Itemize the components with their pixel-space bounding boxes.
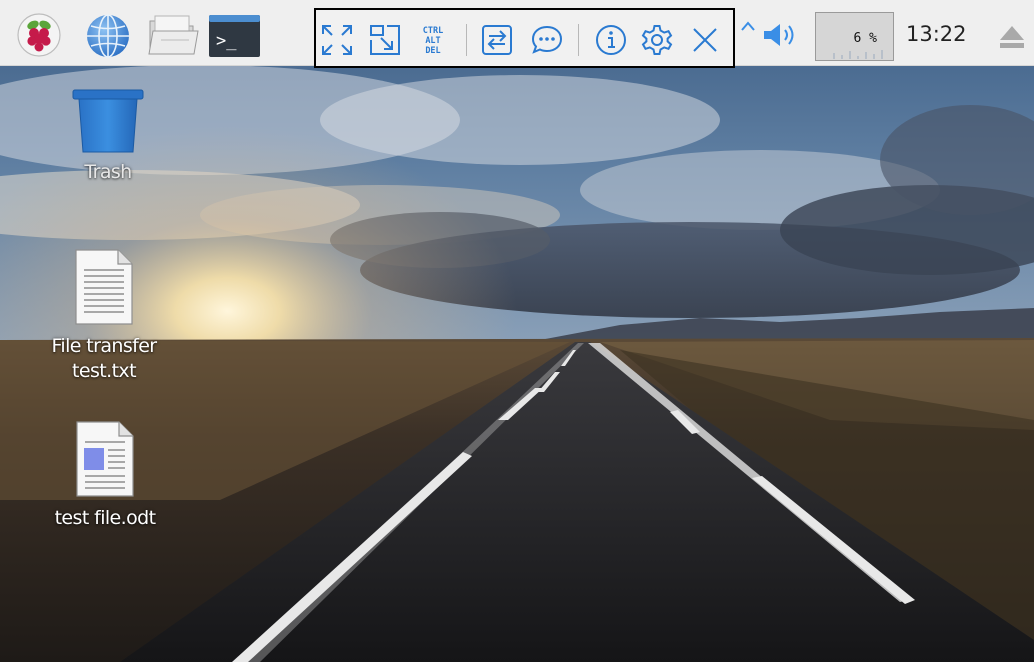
fullscreen-button[interactable] <box>320 23 354 57</box>
chat-icon <box>531 25 563 54</box>
file-transfer-icon <box>482 25 512 55</box>
desktop-icon-label-line: test.txt <box>72 360 136 382</box>
document-icon <box>76 421 134 497</box>
ctrl-alt-del-button[interactable]: CTRL ALT DEL <box>416 23 450 57</box>
chat-button[interactable] <box>530 23 564 57</box>
network-arrows-icon <box>741 21 755 31</box>
file-transfer-button[interactable] <box>480 23 514 57</box>
text-file-icon <box>75 249 133 325</box>
web-browser-button[interactable] <box>84 12 132 60</box>
cpu-usage-text: 6 % <box>853 31 877 46</box>
trash-icon <box>72 89 144 153</box>
terminal-button[interactable]: >_ <box>208 13 261 59</box>
raspberry-menu-button[interactable] <box>16 12 62 58</box>
close-button[interactable] <box>688 23 722 57</box>
desktop-icon-label: File transfer test.txt <box>51 334 157 384</box>
vnc-viewer-toolbar: CTRL ALT DEL <box>314 8 735 68</box>
eject-icon <box>1000 26 1024 48</box>
terminal-icon: >_ <box>209 15 260 57</box>
desktop-icon-label: Trash <box>84 161 132 183</box>
svg-text:ALT: ALT <box>425 36 440 46</box>
web-browser-icon <box>87 14 129 58</box>
clock[interactable]: 13:22 <box>906 22 972 50</box>
taskbar-panel: >_ CTRL ALT DEL 6 % 13:22 <box>0 0 1034 68</box>
info-button[interactable] <box>594 23 628 57</box>
ctrl-alt-del-icon: CTRL ALT DEL <box>423 26 443 56</box>
desktop-icon-label-line: File transfer <box>51 335 157 357</box>
desktop-icon-file-transfer-test-txt[interactable]: File transfer test.txt <box>24 248 184 384</box>
file-manager-button[interactable] <box>147 12 201 58</box>
settings-icon <box>641 25 673 55</box>
toolbar-separator <box>466 24 467 56</box>
info-icon <box>596 25 626 55</box>
desktop-icon-label: test file.odt <box>54 507 156 529</box>
svg-text:>_: >_ <box>216 31 237 51</box>
desktop-icon-test-file-odt[interactable]: test file.odt <box>30 420 180 531</box>
svg-text:CTRL: CTRL <box>423 26 443 36</box>
svg-text:DEL: DEL <box>425 46 440 56</box>
raspberry-menu-icon <box>17 13 61 57</box>
file-manager-icon <box>148 15 199 55</box>
close-icon <box>693 28 717 52</box>
eject-button[interactable] <box>996 22 1028 52</box>
fullscreen-icon <box>322 25 352 55</box>
scale-button[interactable] <box>368 23 402 57</box>
desktop-icon-trash[interactable]: Trash <box>48 86 168 185</box>
toolbar-separator <box>578 24 579 56</box>
settings-button[interactable] <box>640 23 674 57</box>
network-tray-button[interactable] <box>740 20 756 40</box>
volume-button[interactable] <box>760 20 800 50</box>
scale-icon <box>370 25 400 55</box>
cpu-usage-monitor[interactable]: 6 % <box>815 12 894 61</box>
volume-icon <box>764 24 794 46</box>
